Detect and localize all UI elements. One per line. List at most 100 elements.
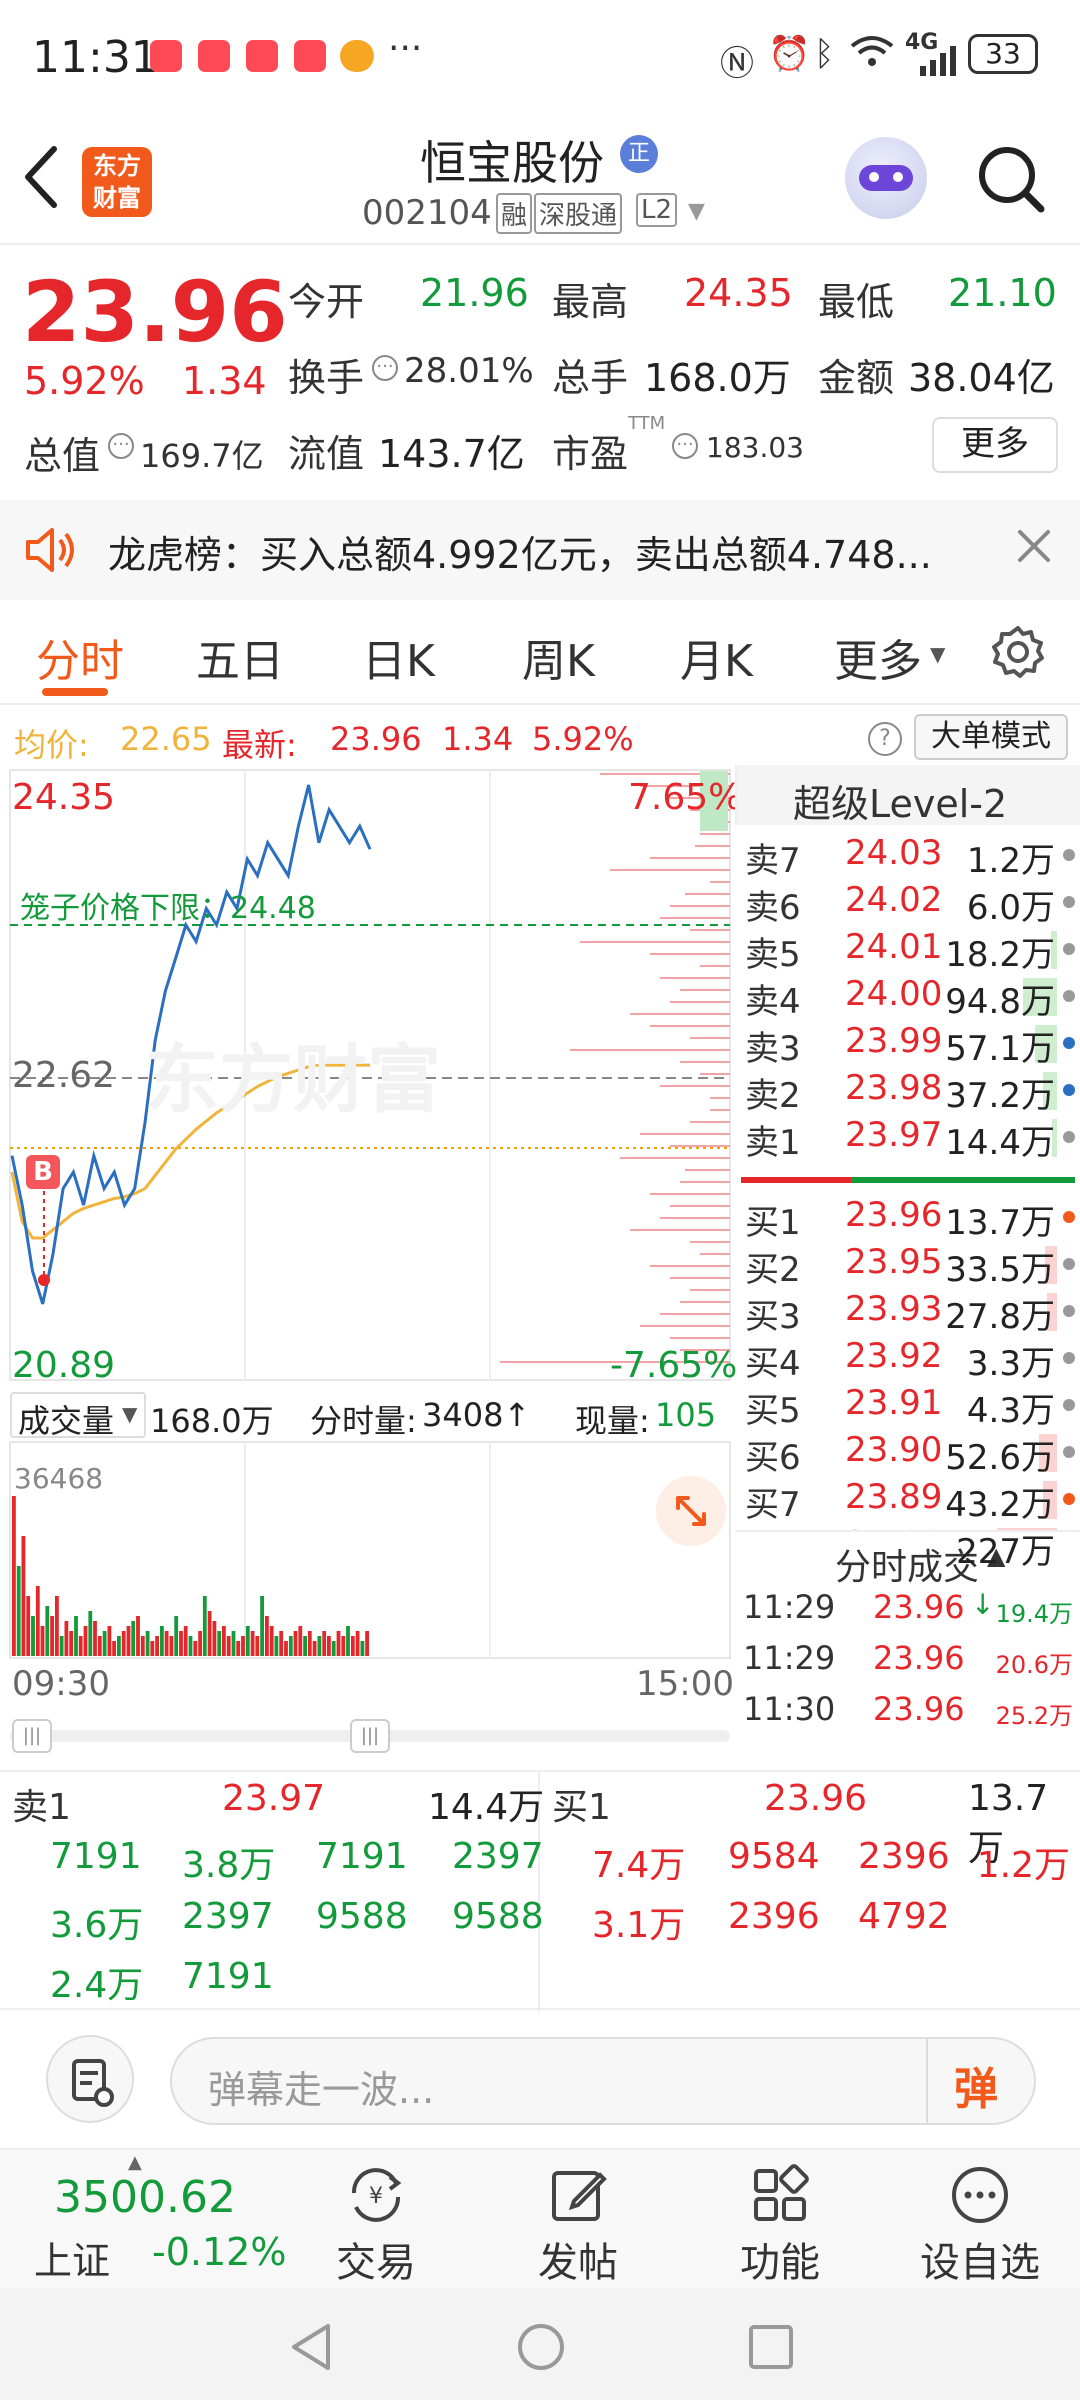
tab-daily-k[interactable]: 日K xyxy=(362,625,435,689)
depth-bar xyxy=(680,1061,730,1063)
dragon-tiger-notice[interactable]: 龙虎榜：买入总额4.992亿元，卖出总额4.748... xyxy=(0,500,1080,600)
open-label: 今开 xyxy=(288,280,365,324)
help-icon[interactable]: ? xyxy=(868,722,902,756)
depth-bar xyxy=(650,1193,730,1195)
buy-level-row[interactable]: 买1 23.96 13.7万 xyxy=(745,1195,1075,1243)
sell-level-row[interactable]: 卖4 24.00 94.8万 xyxy=(745,974,1075,1022)
sell-level-row[interactable]: 卖2 23.98 37.2万 xyxy=(745,1068,1075,1116)
buy-level-row[interactable]: 买3 23.93 27.8万 xyxy=(745,1289,1075,1337)
expand-icon[interactable] xyxy=(656,1476,726,1546)
volume-label: 成交量 xyxy=(18,1402,115,1440)
tab-weekly-k[interactable]: 周K xyxy=(522,625,595,689)
tab-add-favorite[interactable]: 设自选 xyxy=(900,2160,1060,2288)
tab-intraday[interactable]: 分时 xyxy=(36,625,124,689)
order-dot-icon xyxy=(1063,990,1075,1002)
danmu-send-button[interactable]: 弹 xyxy=(954,2053,998,2117)
buy-level-row[interactable]: 买5 23.91 4.3万 xyxy=(745,1383,1075,1431)
trade-price: 23.96 xyxy=(873,1588,965,1626)
notification-app-icon xyxy=(294,40,326,72)
dropdown-triangle-icon[interactable]: ▼ xyxy=(688,199,705,224)
depth-bar xyxy=(610,869,730,871)
info-icon[interactable]: ··· xyxy=(372,355,398,381)
trade-row: 11:30 23.96 25.2万 xyxy=(743,1690,1073,1736)
tab-more[interactable]: 更多 xyxy=(834,625,922,689)
volume-chart-svg xyxy=(9,1441,731,1659)
info-icon[interactable]: ··· xyxy=(108,433,134,459)
verified-badge: 正 xyxy=(620,135,658,173)
buy-level-row[interactable]: 买2 23.95 33.5万 xyxy=(745,1242,1075,1290)
index-change: -0.12% xyxy=(152,2230,287,2274)
back-arrow-icon[interactable] xyxy=(22,145,62,213)
slider-handle-left[interactable]: ||| xyxy=(12,1719,52,1753)
buy-level-row[interactable]: 买6 23.90 52.6万 xyxy=(745,1430,1075,1478)
change-percent: 5.92% xyxy=(24,359,145,403)
sell-level-row[interactable]: 卖1 23.97 14.4万 xyxy=(745,1115,1075,1163)
level-name: 卖7 xyxy=(745,841,801,881)
stock-header: 东方 财富 恒宝股份 正 002104 融 深股通 L2 ▼ xyxy=(0,115,1080,245)
system-navigation xyxy=(0,2288,1080,2400)
tab-five-day[interactable]: 五日 xyxy=(196,625,284,689)
recents-square-icon[interactable] xyxy=(748,2324,794,2374)
buy-level-row[interactable]: 买7 23.89 43.2万 xyxy=(745,1477,1075,1525)
buy-marker[interactable]: B xyxy=(26,1155,60,1189)
sell-level-row[interactable]: 卖6 24.02 6.0万 xyxy=(745,880,1075,928)
back-triangle-icon[interactable] xyxy=(288,2322,334,2376)
trade-volume: 19.4万 xyxy=(995,1600,1073,1628)
volume-bar xyxy=(198,1631,202,1656)
depth-bar xyxy=(690,929,730,931)
sell-order-cell: 7191 xyxy=(316,1836,408,1877)
sell-level-row[interactable]: 卖3 23.99 57.1万 xyxy=(745,1021,1075,1069)
volume-bar xyxy=(140,1636,145,1656)
trade-price: 23.96 xyxy=(873,1639,965,1677)
tab-trade[interactable]: ¥ 交易 xyxy=(296,2160,456,2288)
amount-label: 金额 xyxy=(818,356,895,400)
intraday-chart[interactable]: 东方财富 24.35 7.65% 笼子价格下限：24.48 22.62 20.8… xyxy=(0,765,742,1386)
sell-level-row[interactable]: 卖7 24.03 1.2万 xyxy=(745,833,1075,881)
more-button[interactable]: 更多 xyxy=(932,417,1058,473)
weibo-icon xyxy=(340,40,374,72)
float-label: 流值 xyxy=(288,432,365,476)
danmu-list-icon[interactable] xyxy=(46,2035,134,2123)
depth-bar xyxy=(700,833,730,835)
danmu-input[interactable]: 弹幕走一波... 弹 xyxy=(170,2037,1036,2125)
tab-post[interactable]: 发帖 xyxy=(498,2160,658,2288)
volume-bar xyxy=(40,1626,45,1656)
volume-bar xyxy=(183,1626,188,1656)
slider-handle-right[interactable]: ||| xyxy=(350,1719,390,1753)
stock-name: 恒宝股份 xyxy=(420,136,604,190)
buy-order-cell: 7.4万 xyxy=(592,1845,686,1886)
depth-bar xyxy=(630,1013,730,1015)
volume-bar xyxy=(269,1626,274,1656)
tab-monthly-k[interactable]: 月K xyxy=(680,625,753,689)
depth-bar xyxy=(660,1085,730,1087)
level-volume: 6.0万 xyxy=(966,888,1055,928)
sell1-label: 卖1 xyxy=(12,1787,71,1828)
buy-level-row[interactable]: 买4 23.92 3.3万 xyxy=(745,1336,1075,1384)
tab-functions[interactable]: 功能 xyxy=(700,2160,860,2288)
big-order-mode-button[interactable]: 大单模式 xyxy=(914,714,1068,760)
sell-level-row[interactable]: 卖5 24.01 18.2万 xyxy=(745,927,1075,975)
trade-row: 11:29 23.96 ↓ 19.4万 xyxy=(743,1588,1073,1634)
gear-icon[interactable] xyxy=(990,624,1046,684)
close-icon[interactable] xyxy=(1014,526,1054,570)
index-ticker[interactable]: ▲ 3500.62 上证 -0.12% xyxy=(0,2150,286,2290)
trade-time: 11:29 xyxy=(743,1639,836,1677)
volume-bar xyxy=(155,1636,159,1656)
buy1-label: 买1 xyxy=(552,1787,611,1828)
price-info-line: 均价: 22.65 最新: 23.96 1.34 5.92% ? 大单模式 xyxy=(0,710,1080,764)
depth-bar xyxy=(680,1301,730,1303)
nfc-icon: Ⓝ xyxy=(720,44,754,84)
level-price: 23.92 xyxy=(845,1336,943,1376)
home-circle-icon[interactable] xyxy=(516,2322,566,2376)
last-price: 23.96 xyxy=(22,263,288,361)
ai-robot-avatar[interactable] xyxy=(845,137,927,219)
order-dot-icon xyxy=(1063,896,1075,908)
volume-bar xyxy=(265,1616,269,1656)
time-range-slider[interactable]: ||| ||| xyxy=(0,1715,735,1755)
index-value: 3500.62 xyxy=(54,2172,236,2223)
info-icon[interactable]: ··· xyxy=(672,433,698,459)
eastmoney-logo[interactable]: 东方 财富 xyxy=(82,147,152,217)
volume-bar xyxy=(112,1641,116,1656)
search-icon[interactable] xyxy=(975,143,1047,219)
volume-bar xyxy=(164,1631,169,1656)
